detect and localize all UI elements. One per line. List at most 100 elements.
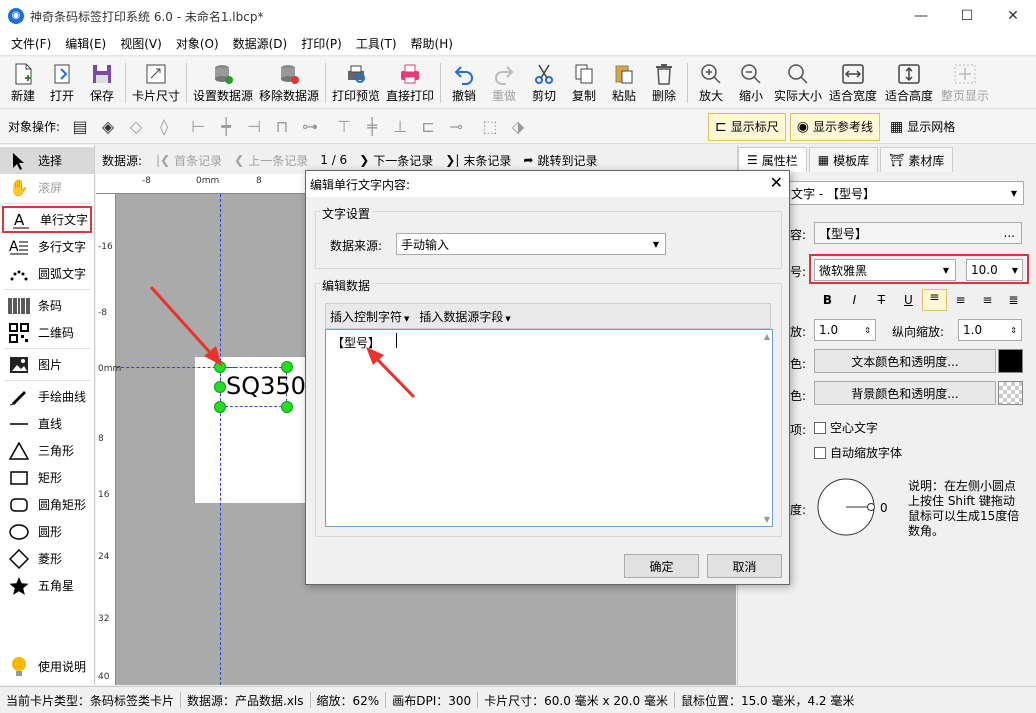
justify-button[interactable]: ≣: [1001, 293, 1026, 307]
align-top-icon[interactable]: ⊤: [332, 115, 356, 139]
remove-datasource-button[interactable]: 移除数据源: [256, 57, 322, 109]
actual-size-button[interactable]: 实际大小: [771, 57, 825, 109]
cut-button[interactable]: 剪切: [524, 57, 564, 109]
text-color-swatch[interactable]: [998, 349, 1023, 373]
align-left-icon[interactable]: ⊢: [186, 115, 210, 139]
more-button[interactable]: ...: [1004, 226, 1015, 240]
menu-file[interactable]: 文件(F): [4, 32, 58, 56]
direct-print-button[interactable]: 直接打印: [383, 57, 437, 109]
layer-down-icon[interactable]: ◇: [124, 115, 148, 139]
card-size-button[interactable]: 卡片尺寸: [129, 57, 183, 109]
auto-shrink-checkbox[interactable]: 自动缩放字体: [814, 444, 902, 461]
scroll-down-icon[interactable]: ▼: [764, 515, 770, 524]
tool-image[interactable]: 图片: [0, 351, 94, 378]
tool-barcode[interactable]: 条码: [0, 292, 94, 319]
group-icon[interactable]: ⬚: [478, 115, 502, 139]
zoom-out-button[interactable]: 缩小: [731, 57, 771, 109]
tool-triangle[interactable]: 三角形: [0, 437, 94, 464]
vertical-ruler[interactable]: -16 -8 0mm 8 16 24 32 40: [96, 194, 121, 685]
distribute-spacing-icon[interactable]: ⊶: [298, 115, 322, 139]
menu-datasource[interactable]: 数据源(D): [226, 32, 295, 56]
tool-round-rect[interactable]: 圆角矩形: [0, 491, 94, 518]
text-editor[interactable]: 【型号】 ▲ ▼: [325, 329, 773, 527]
minimize-button[interactable]: —: [898, 0, 944, 32]
insert-datasource-field-button[interactable]: 插入数据源字段 ▼: [419, 308, 510, 325]
resize-handle[interactable]: [281, 361, 293, 373]
layer-up-icon[interactable]: ▤: [68, 115, 92, 139]
tool-single-text[interactable]: A 单行文字: [2, 206, 92, 233]
first-record-button[interactable]: |❮ 首条记录: [156, 152, 222, 169]
italic-button[interactable]: I: [841, 293, 868, 307]
dialog-close-button[interactable]: ✕: [770, 173, 783, 192]
close-button[interactable]: ✕: [990, 0, 1036, 32]
set-datasource-button[interactable]: 设置数据源: [190, 57, 256, 109]
tool-arc-text[interactable]: 圆弧文字: [0, 260, 94, 287]
font-name-select[interactable]: 微软雅黑 ▼: [814, 259, 956, 281]
show-guides-toggle[interactable]: ◉ 显示参考线: [789, 112, 881, 141]
print-preview-button[interactable]: 打印预览: [329, 57, 383, 109]
copy-button[interactable]: 复制: [564, 57, 604, 109]
bg-color-button[interactable]: 背景颜色和透明度...: [814, 381, 996, 405]
distribute-h-icon[interactable]: ⊓: [270, 115, 294, 139]
maximize-button[interactable]: ☐: [944, 0, 990, 32]
save-button[interactable]: 保存: [82, 57, 122, 109]
cancel-button[interactable]: 取消: [707, 554, 782, 578]
layer-bottom-icon[interactable]: ◊: [152, 115, 176, 139]
align-right-icon[interactable]: ⊣: [242, 115, 266, 139]
tool-multi-text[interactable]: A 多行文字: [0, 233, 94, 260]
font-size-input[interactable]: 10.0 ▼: [966, 259, 1023, 281]
resize-handle[interactable]: [214, 401, 226, 413]
bold-button[interactable]: B: [814, 293, 841, 307]
layer-top-icon[interactable]: ◈: [96, 115, 120, 139]
ungroup-icon[interactable]: ⬗: [506, 115, 530, 139]
tool-rect[interactable]: 矩形: [0, 464, 94, 491]
underline-button[interactable]: U: [895, 293, 922, 307]
new-button[interactable]: 新建: [4, 57, 42, 109]
tool-line[interactable]: 直线: [0, 410, 94, 437]
jump-record-button[interactable]: ➦ 跳转到记录: [523, 152, 597, 169]
insert-control-char-button[interactable]: 插入控制字符 ▼: [330, 308, 409, 325]
tab-properties[interactable]: ☰ 属性栏: [738, 147, 807, 172]
align-middle-icon[interactable]: ╪: [360, 115, 384, 139]
resize-handle[interactable]: [281, 401, 293, 413]
vertical-guide-line[interactable]: [220, 194, 221, 685]
zoom-in-button[interactable]: 放大: [691, 57, 731, 109]
menu-print[interactable]: 打印(P): [294, 32, 349, 56]
tab-templates[interactable]: ▦ 模板库: [808, 147, 879, 172]
strike-button[interactable]: T: [868, 293, 895, 307]
menu-edit[interactable]: 编辑(E): [58, 32, 113, 56]
align-center-button[interactable]: ≡: [947, 293, 974, 307]
object-select[interactable]: 文字 - 【型号】 ▼: [786, 181, 1024, 205]
bg-color-swatch[interactable]: [998, 381, 1023, 405]
datasource-select[interactable]: 手动输入 ▼: [396, 233, 666, 255]
align-left-button[interactable]: ≡: [921, 289, 947, 311]
show-ruler-toggle[interactable]: ⊏ 显示标尺: [708, 112, 786, 141]
distribute-v-icon[interactable]: ⊏: [416, 115, 440, 139]
delete-button[interactable]: 删除: [644, 57, 684, 109]
align-center-icon[interactable]: ┿: [214, 115, 238, 139]
hollow-text-checkbox[interactable]: 空心文字: [814, 419, 878, 436]
align-bottom-icon[interactable]: ⊥: [388, 115, 412, 139]
hscale-input[interactable]: 1.0 ⇕: [814, 319, 876, 341]
text-color-button[interactable]: 文本颜色和透明度...: [814, 349, 996, 373]
fit-height-button[interactable]: 适合高度: [881, 57, 937, 109]
redo-button[interactable]: 重做: [484, 57, 524, 109]
tool-select[interactable]: 选择: [0, 147, 94, 174]
show-grid-toggle[interactable]: ▦ 显示网格: [884, 113, 961, 141]
tab-assets[interactable]: ⛩ 素材库: [880, 147, 954, 172]
paste-button[interactable]: 粘贴: [604, 57, 644, 109]
tool-freehand[interactable]: 手绘曲线: [0, 383, 94, 410]
tool-qrcode[interactable]: 二维码: [0, 319, 94, 346]
align-right-button[interactable]: ≡: [974, 293, 1001, 307]
content-field[interactable]: 【型号】...: [814, 222, 1022, 244]
ok-button[interactable]: 确定: [624, 554, 699, 578]
tool-star[interactable]: 五角星: [0, 572, 94, 599]
fit-width-button[interactable]: 适合宽度: [825, 57, 881, 109]
tool-circle[interactable]: 圆形: [0, 518, 94, 545]
scroll-up-icon[interactable]: ▲: [764, 332, 770, 341]
menu-help[interactable]: 帮助(H): [404, 32, 460, 56]
open-button[interactable]: 打开: [42, 57, 82, 109]
fit-page-button[interactable]: 整页显示: [937, 57, 993, 109]
undo-button[interactable]: 撤销: [444, 57, 484, 109]
canvas-text-object[interactable]: SQ350: [226, 372, 306, 400]
